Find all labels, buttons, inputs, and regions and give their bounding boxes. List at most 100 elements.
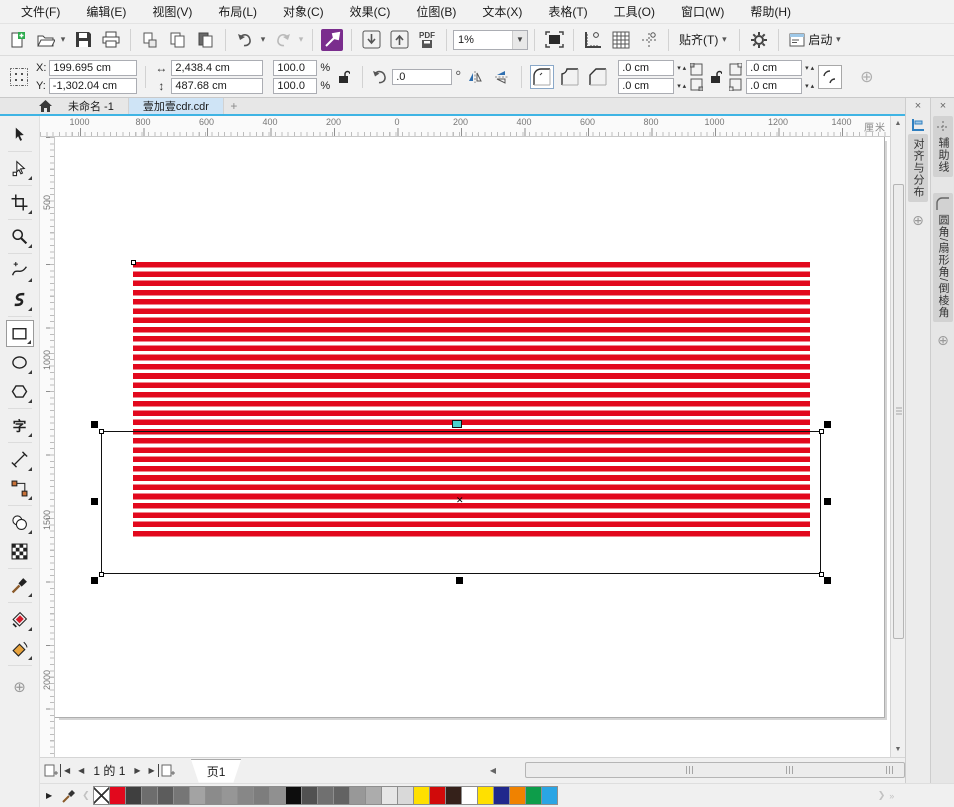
paste-button[interactable] <box>193 27 219 53</box>
zoom-level-combo[interactable]: 1% ▼ <box>453 30 528 50</box>
snap-to-dropdown[interactable]: ▾ <box>719 34 729 45</box>
palette-swatch-11[interactable] <box>269 786 286 805</box>
drawing-canvas[interactable]: ✕ <box>55 137 890 757</box>
page-tab-page1[interactable]: 页1 <box>191 759 242 783</box>
vertical-ruler[interactable]: 500100015002000 <box>40 137 55 757</box>
palette-swatch-9[interactable] <box>237 786 254 805</box>
palette-scroll-right[interactable]: ❯ <box>878 790 886 801</box>
selection-handle-bottom-left[interactable] <box>91 577 98 584</box>
palette-swatch-17[interactable] <box>365 786 382 805</box>
transparency-tool[interactable] <box>6 538 34 565</box>
mirror-horizontal-button[interactable] <box>465 64 487 90</box>
palette-swatch-27[interactable] <box>525 786 542 805</box>
rotation-angle-field[interactable]: .0 <box>392 69 452 85</box>
round-corner-button[interactable] <box>530 65 554 89</box>
ellipse-tool[interactable] <box>6 349 34 376</box>
launch-button[interactable]: 启动 ▾ <box>785 28 847 52</box>
menu-item-3[interactable]: 布局(L) <box>205 0 270 23</box>
next-page-button[interactable]: ▶ <box>131 764 143 777</box>
menu-item-5[interactable]: 效果(C) <box>337 0 404 23</box>
zoom-level-dropdown[interactable]: ▼ <box>512 31 527 49</box>
selection-corner-node[interactable] <box>99 429 104 434</box>
selection-handle-top-center[interactable] <box>452 420 462 428</box>
first-page-button[interactable]: ◀ <box>60 764 73 777</box>
snap-to-button[interactable]: 贴齐(T) ▾ <box>675 28 733 52</box>
relative-corner-icon-2[interactable] <box>690 78 703 91</box>
palette-swatch-25[interactable] <box>493 786 510 805</box>
toolbox-add-button[interactable]: ⊕ <box>13 678 26 696</box>
scroll-down-button[interactable]: ▼ <box>891 742 905 757</box>
new-document-tab-button[interactable]: + <box>224 98 244 114</box>
document-tab-untitled[interactable]: 未命名 -1 <box>54 98 129 114</box>
redo-button[interactable] <box>270 27 296 53</box>
palette-scroll-left[interactable]: ❮ <box>82 790 90 801</box>
object-width-field[interactable]: 2,438.4 cm <box>171 60 263 76</box>
chamfer-top-spinner[interactable]: ▾ ▴ <box>805 64 814 72</box>
palette-flyout-button[interactable]: ▶ <box>46 791 52 800</box>
import-button[interactable] <box>358 27 384 53</box>
menu-item-6[interactable]: 位图(B) <box>403 0 469 23</box>
palette-swatch-0[interactable] <box>93 786 110 805</box>
mirror-vertical-button[interactable] <box>491 64 513 90</box>
add-page-button[interactable] <box>44 764 58 778</box>
chamfer-top-field[interactable]: .0 cm <box>746 60 802 76</box>
last-page-button[interactable]: ▶ <box>146 764 159 777</box>
freehand-tool[interactable] <box>6 257 34 284</box>
app-launcher-button[interactable] <box>319 27 345 53</box>
rectangle-tool[interactable] <box>6 320 34 347</box>
previous-page-button[interactable]: ◀ <box>75 764 87 777</box>
palette-swatch-12[interactable] <box>285 786 302 805</box>
docker-add-button[interactable]: ⊕ <box>906 212 930 229</box>
x-position-field[interactable]: 199.695 cm <box>49 60 137 76</box>
menu-item-7[interactable]: 文本(X) <box>469 0 535 23</box>
relative-corner-icon[interactable] <box>690 63 703 76</box>
scroll-up-button[interactable]: ▲ <box>891 116 905 131</box>
selection-corner-node[interactable] <box>819 572 824 577</box>
options-button[interactable] <box>746 27 772 53</box>
selection-handle-bottom-center[interactable] <box>456 577 463 584</box>
zoom-tool[interactable] <box>6 223 34 250</box>
palette-swatch-22[interactable] <box>445 786 462 805</box>
menu-item-11[interactable]: 帮助(H) <box>737 0 804 23</box>
show-guidelines-button[interactable] <box>636 27 662 53</box>
palette-swatch-16[interactable] <box>349 786 366 805</box>
object-height-field[interactable]: 487.68 cm <box>171 78 263 94</box>
menu-item-9[interactable]: 工具(O) <box>601 0 668 23</box>
palette-eyedropper-icon[interactable] <box>62 789 76 803</box>
palette-swatch-20[interactable] <box>413 786 430 805</box>
welcome-home-button[interactable] <box>36 98 54 114</box>
palette-swatch-5[interactable] <box>173 786 190 805</box>
corner-radius-top-spinner[interactable]: ▾ ▴ <box>677 64 686 72</box>
connector-tool[interactable] <box>6 475 34 502</box>
crop-tool[interactable] <box>6 189 34 216</box>
redo-dropdown[interactable]: ▾ <box>296 34 306 45</box>
selection-corner-node[interactable] <box>819 429 824 434</box>
palette-swatch-3[interactable] <box>141 786 158 805</box>
scroll-left-button[interactable]: ◀ <box>487 766 499 775</box>
scalloped-corner-button[interactable] <box>558 65 582 89</box>
open-button[interactable] <box>32 27 58 53</box>
selection-handle-top-right[interactable] <box>824 421 831 428</box>
palette-swatch-13[interactable] <box>301 786 318 805</box>
cut-button[interactable] <box>137 27 163 53</box>
show-rulers-button[interactable] <box>580 27 606 53</box>
palette-swatch-7[interactable] <box>205 786 222 805</box>
polygon-tool[interactable] <box>6 378 34 405</box>
palette-swatch-26[interactable] <box>509 786 526 805</box>
document-tab-active[interactable]: 壹加壹cdr.cdr <box>129 98 224 114</box>
docker-tab-align-distribute[interactable]: 对齐与分布 <box>908 134 928 202</box>
dimension-tool[interactable] <box>6 446 34 473</box>
horizontal-ruler[interactable]: 厘米 1000800600400200020040060080010001200… <box>40 116 890 137</box>
palette-swatch-4[interactable] <box>157 786 174 805</box>
text-tool[interactable]: 字 <box>6 412 34 439</box>
chamfer-bottom-spinner[interactable]: ▾ ▴ <box>805 82 814 90</box>
docker-add-button[interactable]: ⊕ <box>931 332 954 349</box>
menu-item-4[interactable]: 对象(C) <box>270 0 337 23</box>
menu-item-8[interactable]: 表格(T) <box>535 0 600 23</box>
open-dropdown[interactable]: ▾ <box>58 34 68 45</box>
palette-swatch-6[interactable] <box>189 786 206 805</box>
palette-swatch-10[interactable] <box>253 786 270 805</box>
color-eyedropper-tool[interactable] <box>6 572 34 599</box>
export-button[interactable] <box>386 27 412 53</box>
selection-handle-top-left[interactable] <box>91 421 98 428</box>
